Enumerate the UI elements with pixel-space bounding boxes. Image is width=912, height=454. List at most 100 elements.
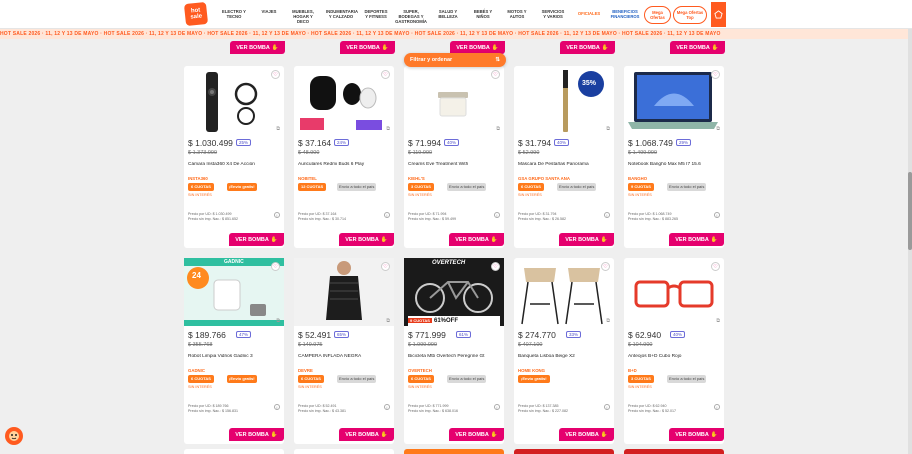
product-card-insta360[interactable]: ♡ ⧉ $ 1.030.499 25% $ 1.373.999 Cámara I… [184, 66, 284, 248]
product-image[interactable] [294, 66, 394, 134]
compare-icon[interactable]: ⧉ [606, 318, 610, 324]
product-image[interactable] [624, 258, 724, 326]
compare-icon[interactable]: ⧉ [386, 318, 390, 324]
filter-sort-button[interactable]: Filtrar y ordenar ⇅ [404, 53, 506, 67]
ver-bomba-button[interactable]: VER BOMBA ✋ [449, 428, 504, 441]
hot-sale-logo[interactable]: hot sale [183, 1, 209, 27]
nav-item-electro[interactable]: ELECTRO Y TECNO [222, 9, 246, 19]
info-icon[interactable]: i [274, 212, 280, 218]
product-card-partial[interactable] [624, 449, 724, 454]
favorite-heart-icon[interactable]: ♡ [601, 262, 610, 271]
info-icon[interactable]: i [604, 212, 610, 218]
mega-ofertas-button[interactable]: Mega Ofertas [644, 6, 671, 24]
product-image[interactable]: 35% [514, 66, 614, 134]
info-icon[interactable]: i [494, 212, 500, 218]
nav-item-salud[interactable]: SALUD Y BELLEZA [436, 9, 460, 19]
info-icon[interactable]: i [604, 404, 610, 410]
product-card-partial[interactable] [404, 449, 504, 454]
compare-icon[interactable]: ⧉ [716, 318, 720, 324]
nav-item-muebles[interactable]: MUEBLES, HOGAR Y DECO [288, 9, 318, 24]
compare-icon[interactable]: ⧉ [606, 126, 610, 132]
ver-bomba-button[interactable]: VER BOMBA ✋ [339, 233, 394, 246]
ver-bomba-button[interactable]: VER BOMBA ✋ [449, 233, 504, 246]
favorite-heart-icon[interactable]: ♡ [491, 262, 500, 271]
nav-item-oficiales[interactable]: OFICIALES [574, 11, 604, 16]
info-icon[interactable]: i [714, 212, 720, 218]
product-name[interactable]: CAMPERA INFLADA NEGRA [298, 354, 390, 359]
nav-item-motos[interactable]: MOTOS Y AUTOS [506, 9, 528, 19]
info-icon[interactable]: i [384, 404, 390, 410]
product-card-partial[interactable] [514, 449, 614, 454]
product-image[interactable]: OVERTECH 9 CUOTAS 61%OFF [404, 258, 504, 326]
favorite-heart-icon[interactable]: ♡ [381, 70, 390, 79]
product-card-campera[interactable]: ♡ ⧉ $ 52.491 65% $ 149.975 CAMPERA INFLA… [294, 258, 394, 444]
info-icon[interactable]: i [714, 404, 720, 410]
favorite-heart-icon[interactable]: ♡ [491, 70, 500, 79]
product-card-kiehls-cream[interactable]: ♡ ⧉ $ 71.994 40% $ 119.990 Creams Eve Tr… [404, 66, 504, 248]
scrollbar-thumb[interactable] [908, 172, 912, 250]
ver-bomba-button[interactable]: VER BOMBA ✋ [340, 41, 395, 54]
product-card-partial[interactable] [294, 449, 394, 454]
product-card-partial[interactable] [184, 449, 284, 454]
cart-button[interactable] [711, 2, 726, 27]
seller-name[interactable]: NOBITEL [298, 176, 317, 181]
product-name[interactable]: Máscara De Pestañas Panorama [518, 162, 610, 167]
product-card-anteojos[interactable]: ♡ ⧉ $ 62.940 40% $ 104.900 Anteojos B+D … [624, 258, 724, 444]
ver-bomba-button[interactable]: VER BOMBA ✋ [669, 428, 724, 441]
compare-icon[interactable]: ⧉ [716, 126, 720, 132]
product-card-banqueta[interactable]: ♡ ⧉ $ 274.770 33% $ 407.100 Banqueta Lis… [514, 258, 614, 444]
favorite-heart-icon[interactable]: ♡ [271, 70, 280, 79]
product-image[interactable] [404, 66, 504, 134]
info-icon[interactable]: i [494, 404, 500, 410]
product-card-redmi-buds[interactable]: ♡ ⧉ $ 37.164 24% $ 48.900 Auriculares Re… [294, 66, 394, 248]
compare-icon[interactable]: ⧉ [496, 126, 500, 132]
info-icon[interactable]: i [274, 404, 280, 410]
seller-name[interactable]: OVERTECH [408, 368, 432, 373]
nav-item-super[interactable]: SUPER, BODEGAS Y GASTRONOMÍA [394, 9, 428, 24]
product-name[interactable]: Anteojos B+D Cubo Rojo [628, 354, 720, 359]
seller-name[interactable]: B+D [628, 368, 637, 373]
nav-item-indumentaria[interactable]: INDUMENTARIA Y CALZADO [326, 9, 358, 19]
product-name[interactable]: Bicicleta Mtb Overtech Peregrine Gt [408, 354, 500, 359]
ver-bomba-button[interactable]: VER BOMBA ✋ [670, 41, 725, 54]
nav-item-viajes[interactable]: VIAJES [258, 9, 280, 14]
nav-item-bebes[interactable]: BEBÉS Y NIÑOS [472, 9, 494, 19]
product-card-notebook-bangho[interactable]: ♡ ⧉ $ 1.068.749 29% $ 1.499.999 Notebook… [624, 66, 724, 248]
product-card-bicicleta[interactable]: OVERTECH 9 CUOTAS 61%OFF ♡ $ 771.999 61%… [404, 258, 504, 444]
product-image[interactable] [514, 258, 614, 326]
ver-bomba-button[interactable]: VER BOMBA ✋ [229, 428, 284, 441]
ver-bomba-button[interactable]: VER BOMBA ✋ [559, 233, 614, 246]
seller-name[interactable]: BANGHO [628, 176, 647, 181]
compare-icon[interactable]: ⧉ [276, 318, 280, 324]
ver-bomba-button[interactable]: VER BOMBA ✋ [230, 41, 285, 54]
info-icon[interactable]: i [384, 212, 390, 218]
product-name[interactable]: Robot Limpia Vidrios Gadnic 3 [188, 354, 280, 359]
nav-item-beneficios[interactable]: BENEFICIOS FINANCIEROS [610, 9, 640, 19]
mega-ofertas-top-button[interactable]: Mega Ofertas Top [673, 6, 707, 24]
product-card-mascara[interactable]: 35% ⧉ $ 31.794 40% $ 52.990 Máscara De P… [514, 66, 614, 248]
product-name[interactable]: Notebook Banghó Max M5 I7 15.6 [628, 162, 720, 167]
seller-name[interactable]: INSTA360 [188, 176, 208, 181]
product-name[interactable]: Cámara Insta360 X4 De Acción [188, 162, 280, 167]
nav-item-deportes[interactable]: DEPORTES Y FITNESS [364, 9, 388, 19]
favorite-heart-icon[interactable]: ♡ [381, 262, 390, 271]
favorite-heart-icon[interactable]: ♡ [711, 262, 720, 271]
compare-icon[interactable]: ⧉ [276, 126, 280, 132]
seller-name[interactable]: KIEHL'S [408, 176, 425, 181]
product-card-gadnic-robot[interactable]: GADNIC 24 ♡ ⧉ $ 189.766 47% $ 355.768 Ro… [184, 258, 284, 444]
product-image[interactable] [184, 66, 284, 134]
ver-bomba-button[interactable]: VER BOMBA ✋ [560, 41, 615, 54]
favorite-heart-icon[interactable]: ♡ [271, 262, 280, 271]
product-image[interactable]: GADNIC 24 [184, 258, 284, 326]
seller-name[interactable]: GADNIC [188, 368, 205, 373]
ver-bomba-button[interactable]: VER BOMBA ✋ [229, 233, 284, 246]
product-name[interactable]: Banqueta Lisboa Beige X2 [518, 354, 610, 359]
favorite-heart-icon[interactable]: ♡ [711, 70, 720, 79]
seller-name[interactable]: GSA GRUPO SANTA ANA [518, 176, 570, 181]
ver-bomba-button[interactable]: VER BOMBA ✋ [669, 233, 724, 246]
product-image[interactable] [624, 66, 724, 134]
seller-name[interactable]: DEVRE [298, 368, 313, 373]
nav-item-servicios[interactable]: SERVICIOS Y VARIOS [540, 9, 566, 19]
compare-icon[interactable]: ⧉ [386, 126, 390, 132]
product-name[interactable]: Auriculares Redmi Buds 6 Play [298, 162, 390, 167]
